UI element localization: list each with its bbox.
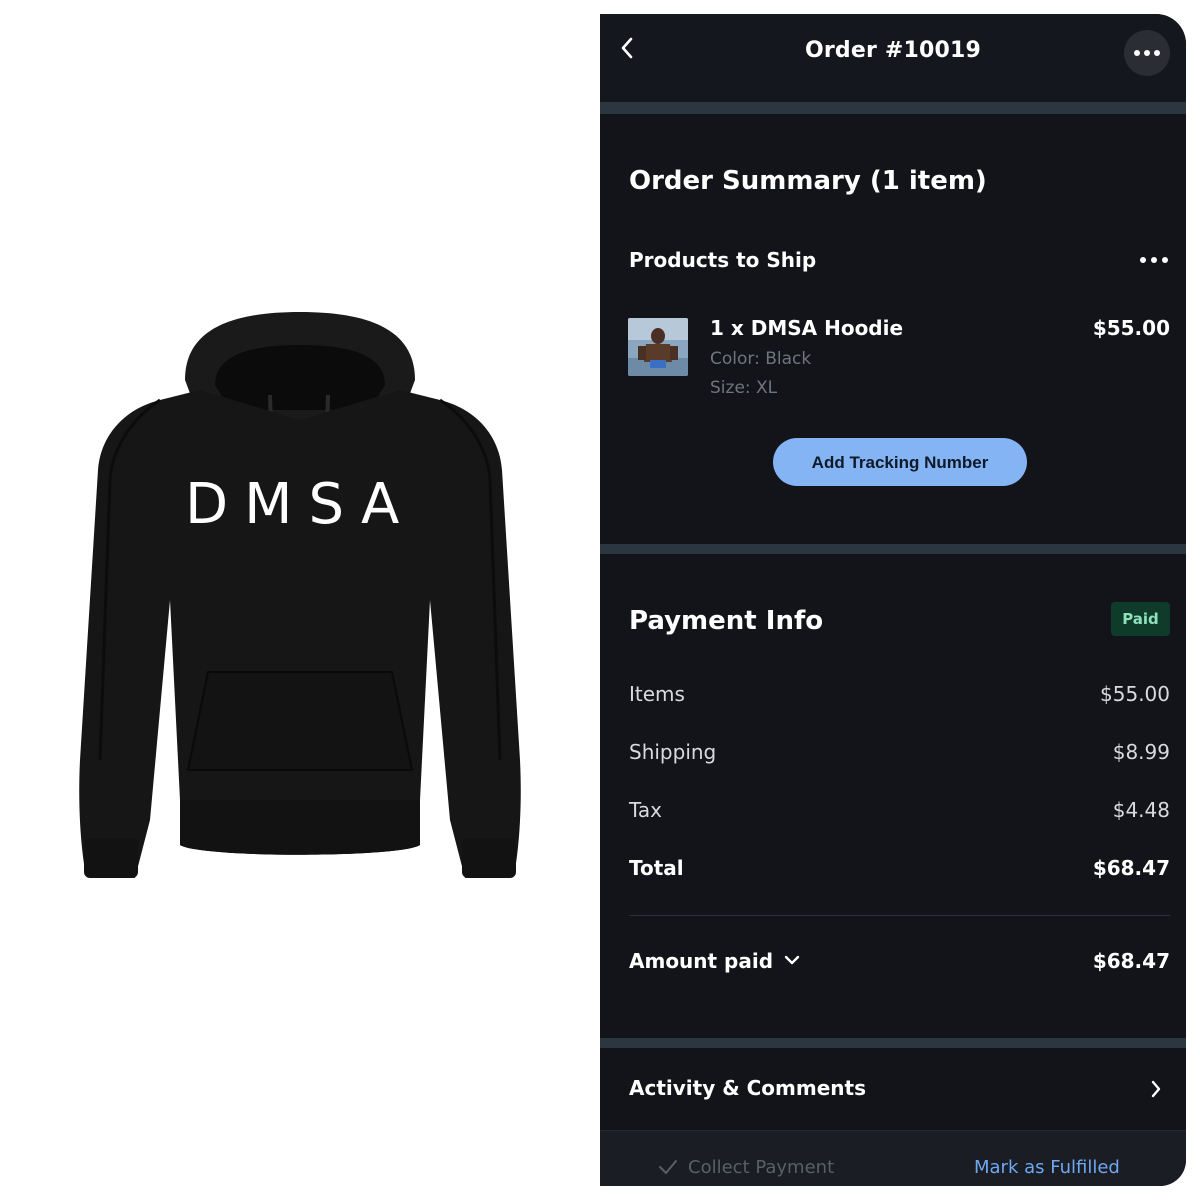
paid-status-badge: Paid [1111,602,1170,636]
items-value: $55.00 [1100,682,1170,706]
products-more-icon[interactable] [1140,257,1168,263]
product-photo: DMSA [0,0,600,1200]
top-nav-bar: Order #10019 [600,14,1186,102]
amount-paid-value: $68.47 [1092,949,1170,973]
more-options-button[interactable] [1124,30,1170,76]
item-name: 1 x DMSA Hoodie [710,316,904,340]
payment-info-title: Payment Info [629,606,824,636]
products-to-ship-heading: Products to Ship [629,248,817,272]
payment-divider [629,915,1170,916]
order-screen: Order #10019 Order Summary (1 item) Prod… [600,14,1186,1186]
chevron-down-icon[interactable] [784,954,800,966]
amount-paid-label[interactable]: Amount paid [629,949,773,973]
items-label: Items [629,682,685,706]
item-price: $55.00 [1092,316,1170,340]
checkmark-icon [659,1160,677,1174]
total-label: Total [629,856,684,880]
product-thumbnail-image [628,318,688,376]
section-divider [600,1038,1186,1048]
page-title: Order #10019 [804,38,982,63]
activity-comments-link[interactable]: Activity & Comments [629,1076,866,1100]
tax-value: $4.48 [1112,798,1170,822]
product-thumbnail[interactable] [628,318,688,376]
more-horizontal-icon [1134,50,1160,56]
total-value: $68.47 [1092,856,1170,880]
collect-payment-label: Collect Payment [688,1157,835,1178]
shipping-value: $8.99 [1112,740,1170,764]
shipping-label: Shipping [629,740,717,764]
mark-as-fulfilled-button[interactable]: Mark as Fulfilled [974,1157,1120,1178]
hoodie-illustration [79,312,521,878]
hoodie-logo-text: DMSA [185,472,416,537]
add-tracking-number-button[interactable]: Add Tracking Number [773,438,1027,486]
tax-label: Tax [629,798,662,822]
item-color: Color: Black [710,349,812,369]
item-size: Size: XL [710,378,778,398]
order-summary-title: Order Summary (1 item) [629,166,987,196]
bottom-action-bar: Collect Payment Mark as Fulfilled [600,1130,1186,1186]
section-divider [600,544,1186,554]
chevron-right-icon[interactable] [1150,1080,1162,1098]
section-divider [600,102,1186,114]
